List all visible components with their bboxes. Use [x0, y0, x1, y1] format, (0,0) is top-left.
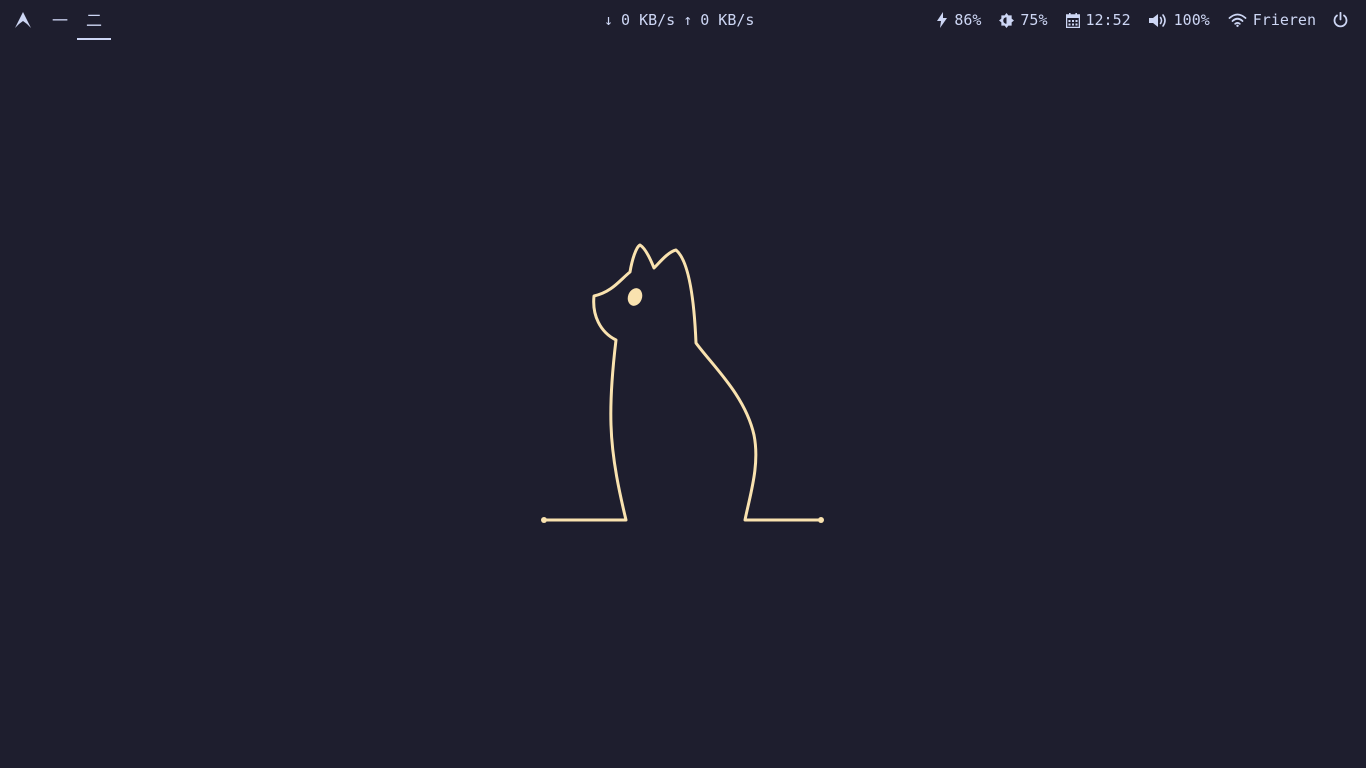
clock-value: 12:52: [1085, 11, 1131, 29]
volume-value: 100%: [1173, 11, 1210, 29]
power-icon: [1333, 12, 1348, 28]
upload-speed: 0 KB/s: [700, 11, 755, 29]
upload-arrow-icon: ↑: [683, 11, 693, 29]
wifi-network-name: Frieren: [1252, 11, 1316, 29]
system-tray: 86% 75% 12:52 100% Frieren: [918, 0, 1348, 40]
network-speed: ↓ 0 KB/s ↑ 0 KB/s: [604, 0, 754, 40]
brightness-module[interactable]: 75%: [999, 11, 1048, 29]
wifi-icon: [1228, 13, 1247, 27]
wifi-module[interactable]: Frieren: [1228, 11, 1316, 29]
workspace-2-active[interactable]: 二: [77, 0, 111, 40]
bolt-icon: [936, 12, 948, 28]
power-button[interactable]: [1333, 12, 1348, 28]
calendar-icon: [1065, 12, 1080, 28]
download-arrow-icon: ↓: [604, 11, 614, 29]
battery-module[interactable]: 86%: [936, 11, 981, 29]
cat-eye: [627, 288, 643, 306]
line-end-left: [541, 517, 547, 523]
workspace-2-label: 二: [85, 11, 102, 30]
volume-module[interactable]: 100%: [1148, 11, 1210, 29]
wallpaper-cat: [541, 243, 824, 523]
workspace-1-label: 一: [51, 11, 68, 30]
workspace-1[interactable]: 一: [44, 0, 76, 38]
brightness-icon: [999, 12, 1015, 28]
download-speed: 0 KB/s: [621, 11, 676, 29]
top-bar: 一 二 ↓ 0 KB/s ↑ 0 KB/s 86% 75% 12:52 100%…: [0, 0, 1366, 40]
cat-outline: [542, 243, 823, 522]
battery-value: 86%: [954, 11, 982, 29]
line-end-right: [818, 517, 824, 523]
clock-module[interactable]: 12:52: [1065, 11, 1131, 29]
brightness-value: 75%: [1020, 11, 1048, 29]
arch-logo-icon[interactable]: [14, 11, 32, 29]
speaker-icon: [1148, 13, 1168, 28]
